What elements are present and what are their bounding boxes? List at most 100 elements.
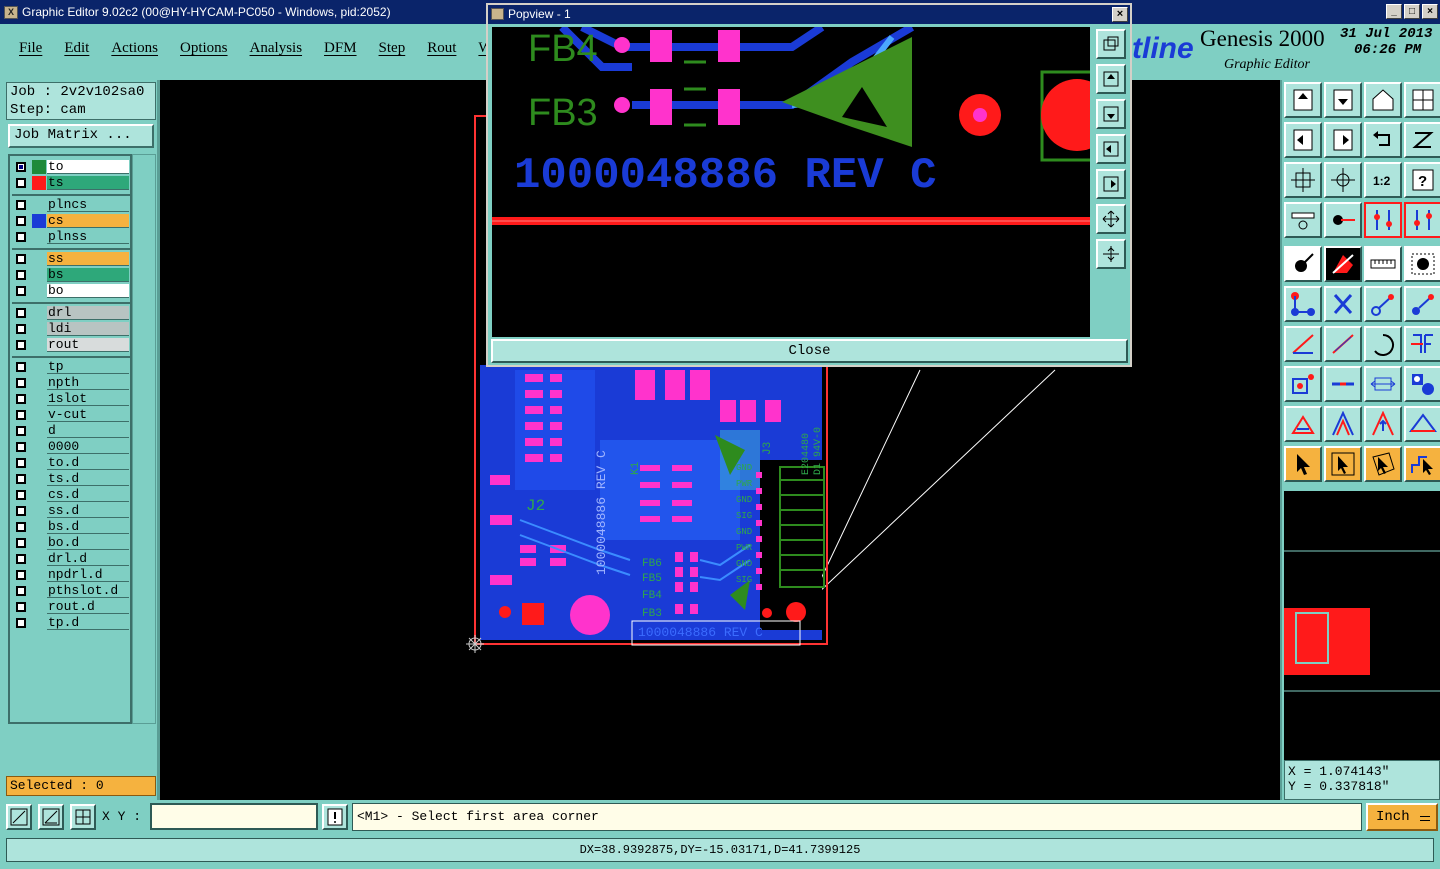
layer-checkbox[interactable] bbox=[16, 200, 26, 210]
select-polygon-button[interactable] bbox=[1364, 446, 1402, 482]
layer-checkbox[interactable] bbox=[16, 474, 26, 484]
pad-snap-button[interactable] bbox=[1284, 366, 1322, 402]
layer-checkbox[interactable] bbox=[16, 554, 26, 564]
snap-button[interactable] bbox=[1404, 122, 1440, 158]
layer-checkbox[interactable] bbox=[16, 216, 26, 226]
snap-grid-button[interactable] bbox=[6, 804, 32, 830]
layer-color-swatch[interactable] bbox=[32, 176, 46, 190]
layer-color-swatch[interactable] bbox=[32, 160, 46, 174]
layer-row-bo[interactable]: bo bbox=[12, 284, 130, 298]
page-down-button[interactable] bbox=[1324, 82, 1362, 118]
menu-analysis[interactable]: Analysis bbox=[250, 40, 303, 57]
pan-left-button[interactable] bbox=[1284, 122, 1322, 158]
line-pad-2-button[interactable] bbox=[1404, 286, 1440, 322]
house-button[interactable] bbox=[1364, 82, 1402, 118]
layer-row-ss-d[interactable]: ss.d bbox=[12, 504, 130, 518]
layer-checkbox[interactable] bbox=[16, 410, 26, 420]
pan-right-button[interactable] bbox=[1324, 122, 1362, 158]
layer-row-tp-d[interactable]: tp.d bbox=[12, 616, 130, 630]
layer-checkbox[interactable] bbox=[16, 324, 26, 334]
layer-row-bs[interactable]: bs bbox=[12, 268, 130, 282]
layer-row-ts-d[interactable]: ts.d bbox=[12, 472, 130, 486]
layer-row-pthslot-d[interactable]: pthslot.d bbox=[12, 584, 130, 598]
menu-edit[interactable]: Edit bbox=[64, 40, 89, 57]
delete-connect-button[interactable] bbox=[1324, 286, 1362, 322]
menu-actions[interactable]: Actions bbox=[111, 40, 158, 57]
layer-checkbox[interactable] bbox=[16, 232, 26, 242]
draw-line-button[interactable] bbox=[1324, 326, 1362, 362]
layer-row-bo-d[interactable]: bo.d bbox=[12, 536, 130, 550]
undo-button[interactable] bbox=[1364, 122, 1402, 158]
select-net-button[interactable] bbox=[1404, 446, 1440, 482]
layer-checkbox[interactable] bbox=[16, 178, 26, 188]
layer-checkbox[interactable] bbox=[16, 490, 26, 500]
line-pad-button[interactable] bbox=[1364, 286, 1402, 322]
triangle-tall-button[interactable] bbox=[1324, 406, 1362, 442]
popview-pan-down-button[interactable] bbox=[1096, 99, 1126, 129]
snap-angle-button[interactable] bbox=[38, 804, 64, 830]
angle-line-button[interactable] bbox=[1284, 326, 1322, 362]
layer-checkbox[interactable] bbox=[16, 506, 26, 516]
select-pointer-button[interactable] bbox=[1284, 446, 1322, 482]
layer-checkbox[interactable] bbox=[16, 602, 26, 612]
layer-row-bs-d[interactable]: bs.d bbox=[12, 520, 130, 534]
grid-button[interactable] bbox=[70, 804, 96, 830]
arc-button[interactable] bbox=[1364, 326, 1402, 362]
popview-zoom-window-button[interactable] bbox=[1096, 29, 1126, 59]
connect-button[interactable] bbox=[1284, 286, 1322, 322]
help-button[interactable]: ? bbox=[1404, 162, 1440, 198]
layer-row-cs-d[interactable]: cs.d bbox=[12, 488, 130, 502]
layer-row-plnss[interactable]: plnss bbox=[12, 230, 130, 244]
zoom-fit-button[interactable] bbox=[1284, 162, 1322, 198]
hline-button[interactable] bbox=[1324, 366, 1362, 402]
menu-rout[interactable]: Rout bbox=[427, 40, 456, 57]
menu-file[interactable]: File bbox=[19, 40, 42, 57]
menu-dfm[interactable]: DFM bbox=[324, 40, 357, 57]
drc-button[interactable] bbox=[1404, 326, 1440, 362]
layer-row-drl-d[interactable]: drl.d bbox=[12, 552, 130, 566]
add-pad-button[interactable] bbox=[1284, 246, 1322, 282]
layer-checkbox[interactable] bbox=[16, 538, 26, 548]
layer-checkbox[interactable] bbox=[16, 270, 26, 280]
layer-checkbox[interactable] bbox=[16, 286, 26, 296]
popview-pan-up-button[interactable] bbox=[1096, 64, 1126, 94]
xy-input[interactable] bbox=[150, 803, 318, 830]
layer-row-npth[interactable]: npth bbox=[12, 376, 130, 390]
maximize-button[interactable]: □ bbox=[1404, 4, 1420, 19]
layer-checkbox[interactable] bbox=[16, 522, 26, 532]
ruler-button[interactable] bbox=[1364, 246, 1402, 282]
job-matrix-button[interactable]: Job Matrix ... bbox=[8, 124, 154, 148]
popview-close-icon[interactable]: × bbox=[1112, 7, 1128, 22]
popview-close-button[interactable]: Close bbox=[491, 339, 1128, 363]
layer-row-d[interactable]: d bbox=[12, 424, 130, 438]
layer-row-v-cut[interactable]: v-cut bbox=[12, 408, 130, 422]
layer-checkbox[interactable] bbox=[16, 442, 26, 452]
unit-selector[interactable]: Inch bbox=[1366, 803, 1438, 831]
split-view-button[interactable] bbox=[1404, 82, 1440, 118]
layer-checkbox[interactable] bbox=[16, 162, 26, 172]
layer-row-to[interactable]: to bbox=[12, 160, 130, 174]
layer-row-1slot[interactable]: 1slot bbox=[12, 392, 130, 406]
popview-pan-right-button[interactable] bbox=[1096, 169, 1126, 199]
layer-checkbox[interactable] bbox=[16, 254, 26, 264]
layer-checkbox[interactable] bbox=[16, 458, 26, 468]
select-box-button[interactable] bbox=[1324, 446, 1362, 482]
layer-checkbox[interactable] bbox=[16, 394, 26, 404]
triangle-base-button[interactable] bbox=[1404, 406, 1440, 442]
layer-row-rout[interactable]: rout bbox=[12, 338, 130, 352]
menu-step[interactable]: Step bbox=[379, 40, 406, 57]
layer-row-cs[interactable]: cs bbox=[12, 214, 130, 228]
measure-distance-button[interactable] bbox=[1364, 366, 1402, 402]
layer-checkbox[interactable] bbox=[16, 570, 26, 580]
layer-checkbox[interactable] bbox=[16, 362, 26, 372]
layer-color-swatch[interactable] bbox=[32, 214, 46, 228]
layer-row-npdrl-d[interactable]: npdrl.d bbox=[12, 568, 130, 582]
layer-row-ss[interactable]: ss bbox=[12, 252, 130, 266]
layer-list-scrollbar[interactable] bbox=[132, 154, 156, 724]
popview-pan-left-button[interactable] bbox=[1096, 134, 1126, 164]
layer-row-plncs[interactable]: plncs bbox=[12, 198, 130, 212]
layer-checkbox[interactable] bbox=[16, 426, 26, 436]
zoom-center-button[interactable] bbox=[1324, 162, 1362, 198]
shapes-button[interactable] bbox=[1404, 366, 1440, 402]
add-surface-button[interactable] bbox=[1324, 246, 1362, 282]
